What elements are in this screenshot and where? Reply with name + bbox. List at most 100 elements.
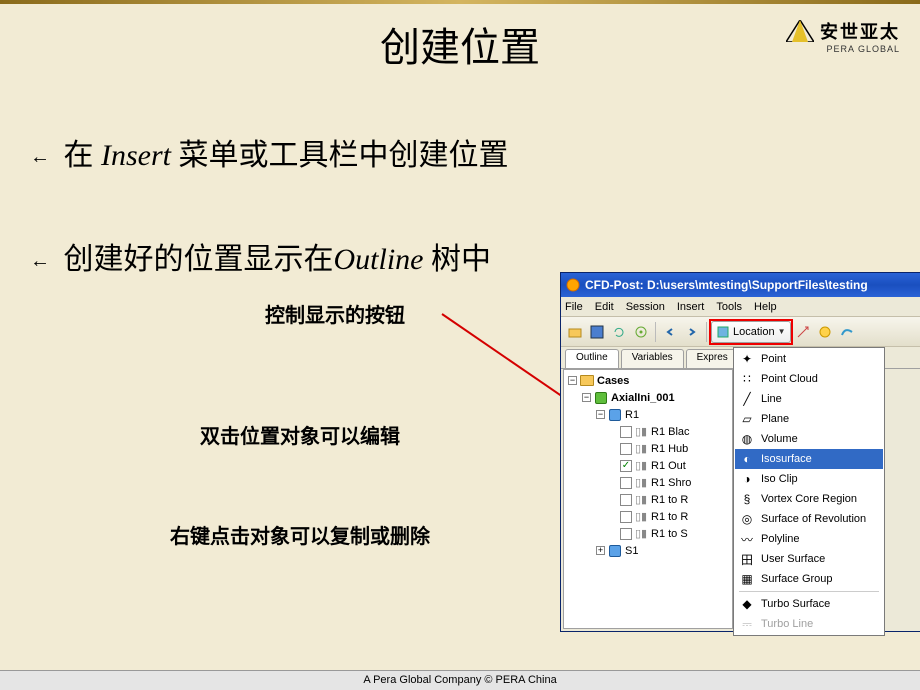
menu-item-icon: ◑ — [739, 471, 755, 487]
menu-item-turbo-surface[interactable]: ◆Turbo Surface — [735, 594, 883, 614]
tree-label: R1 Out — [651, 460, 686, 472]
tree-row-boundary[interactable]: ▯▮R1 to S — [564, 525, 732, 542]
expand-icon[interactable]: + — [596, 546, 605, 555]
tab-variables[interactable]: Variables — [621, 349, 684, 368]
tree-row-domain[interactable]: − R1 — [564, 406, 732, 423]
visibility-checkbox[interactable] — [620, 494, 632, 506]
menu-item-icon: ◐ — [739, 451, 755, 467]
cube-icon — [716, 325, 730, 339]
vector-icon[interactable] — [793, 322, 813, 342]
menu-item-icon: ╱ — [739, 391, 755, 407]
note-control-buttons: 控制显示的按钮 — [265, 299, 405, 328]
tab-outline[interactable]: Outline — [565, 349, 619, 368]
tree-row-boundary[interactable]: ▯▮R1 Blac — [564, 423, 732, 440]
menu-item-point-cloud[interactable]: ∷ Point Cloud — [735, 369, 883, 389]
menu-item-polyline[interactable]: 〰Polyline — [735, 529, 883, 549]
menu-item-label: Point Cloud — [761, 373, 818, 385]
menu-tools[interactable]: Tools — [716, 301, 742, 313]
menu-item-icon: ◍ — [739, 431, 755, 447]
menu-help[interactable]: Help — [754, 301, 777, 313]
menu-item-surface-group[interactable]: ▦Surface Group — [735, 569, 883, 589]
menu-item-icon: ∷ — [739, 371, 755, 387]
undo-icon[interactable] — [660, 322, 680, 342]
tree-row-boundary[interactable]: ▯▮R1 Hub — [564, 440, 732, 457]
boundary-icon: ▯▮ — [634, 425, 648, 439]
tree-row-boundary[interactable]: ▯▮R1 to R — [564, 508, 732, 525]
visibility-checkbox[interactable] — [620, 528, 632, 540]
menu-file[interactable]: File — [565, 301, 583, 313]
bullet-1: 在 Insert 菜单或工具栏中创建位置 — [30, 130, 890, 174]
tree-row-cases[interactable]: − Cases — [564, 372, 732, 389]
menu-item-isosurface[interactable]: ◐Isosurface — [735, 449, 883, 469]
tree-label: Cases — [597, 375, 629, 387]
tree-label: AxialIni_001 — [611, 392, 675, 404]
menu-item-icon: ◆ — [739, 596, 755, 612]
menu-item-surface-of-revolution[interactable]: ◎ Surface of Revolution — [735, 509, 883, 529]
menu-item-label: User Surface — [761, 553, 825, 565]
menu-item-label: Iso Clip — [761, 473, 798, 485]
menu-item-icon: § — [739, 491, 755, 507]
menu-item-label: Plane — [761, 413, 789, 425]
menu-item-volume[interactable]: ◍Volume — [735, 429, 883, 449]
folder-icon — [580, 375, 594, 386]
titlebar-path: D:\users\mtesting\SupportFiles\testing — [647, 278, 868, 292]
menu-item-icon: ⎓ — [739, 616, 755, 632]
menu-item-icon: ✦ — [739, 351, 755, 367]
menu-item-icon: ◎ — [739, 511, 755, 527]
menu-item-label: Polyline — [761, 533, 800, 545]
redo-icon[interactable] — [682, 322, 702, 342]
tree-label: R1 Blac — [651, 426, 690, 438]
menu-item-vortex-core-region[interactable]: §Vortex Core Region — [735, 489, 883, 509]
visibility-checkbox[interactable] — [620, 477, 632, 489]
collapse-icon[interactable]: − — [568, 376, 577, 385]
target-icon[interactable] — [631, 322, 651, 342]
tree-label: R1 to R — [651, 511, 688, 523]
streamline-icon[interactable] — [837, 322, 857, 342]
boundary-icon: ▯▮ — [634, 442, 648, 456]
visibility-checkbox[interactable] — [620, 426, 632, 438]
cfd-post-window: CFD-Post: D:\users\mtesting\SupportFiles… — [560, 272, 920, 632]
menu-insert[interactable]: Insert — [677, 301, 705, 313]
tab-expressions[interactable]: Expres — [686, 349, 739, 368]
contour-icon[interactable] — [815, 322, 835, 342]
bullet1-italic: Insert — [101, 139, 171, 172]
open-icon[interactable] — [565, 322, 585, 342]
menu-item-line[interactable]: ╱Line — [735, 389, 883, 409]
tree-row-domain[interactable]: + S1 — [564, 542, 732, 559]
save-icon[interactable] — [587, 322, 607, 342]
bullet1-pre: 在 — [64, 139, 102, 172]
tree-row-case[interactable]: − AxialIni_001 — [564, 389, 732, 406]
collapse-icon[interactable]: − — [596, 410, 605, 419]
refresh-icon[interactable] — [609, 322, 629, 342]
menu-item-turbo-line: ⎓Turbo Line — [735, 614, 883, 634]
menu-edit[interactable]: Edit — [595, 301, 614, 313]
tree-label: R1 Shro — [651, 477, 691, 489]
tree-row-boundary[interactable]: ✓▯▮R1 Out — [564, 457, 732, 474]
menu-item-iso-clip[interactable]: ◑ Iso Clip — [735, 469, 883, 489]
domain-icon — [609, 409, 621, 421]
window-titlebar[interactable]: CFD-Post: D:\users\mtesting\SupportFiles… — [561, 273, 920, 297]
tree-row-boundary[interactable]: ▯▮R1 Shro — [564, 474, 732, 491]
tree-row-boundary[interactable]: ▯▮R1 to R — [564, 491, 732, 508]
location-dropdown[interactable]: Location ▼ — [711, 321, 791, 343]
titlebar-app: CFD-Post: — [585, 278, 644, 292]
tree-label: R1 to R — [651, 494, 688, 506]
bullet2-post: 树中 — [424, 243, 492, 276]
menu-item-point[interactable]: ✦Point — [735, 349, 883, 369]
visibility-checkbox[interactable] — [620, 511, 632, 523]
note-double-click: 双击位置对象可以编辑 — [200, 420, 400, 449]
menu-item-user-surface[interactable]: 田User Surface — [735, 549, 883, 569]
menu-item-icon: ▱ — [739, 411, 755, 427]
bullet2-italic: Outline — [334, 243, 424, 276]
menu-item-label: Surface of Revolution — [761, 513, 866, 525]
collapse-icon[interactable]: − — [582, 393, 591, 402]
visibility-checkbox[interactable] — [620, 443, 632, 455]
top-stripe — [0, 0, 920, 4]
location-label: Location — [733, 326, 775, 338]
app-icon — [565, 277, 581, 293]
visibility-checkbox[interactable]: ✓ — [620, 460, 632, 472]
menu-session[interactable]: Session — [626, 301, 665, 313]
menu-item-plane[interactable]: ▱ Plane — [735, 409, 883, 429]
location-menu: ✦Point∷Point Cloud╱Line▱Plane◍Volume◐Iso… — [733, 347, 885, 636]
menu-item-icon: ▦ — [739, 571, 755, 587]
